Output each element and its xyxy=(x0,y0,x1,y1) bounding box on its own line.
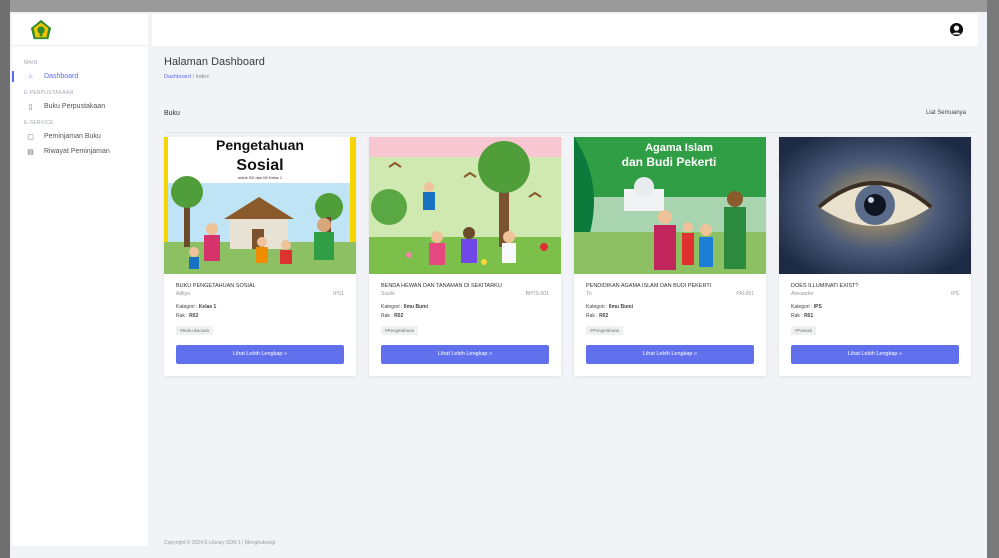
books-section-header: Buku Liat Semuanya xyxy=(164,110,966,117)
sidebar-item-label: Riwayat Peminjaman xyxy=(44,148,110,155)
book-card[interactable]: DOES ILLUMINATI EXIST? Alexander IPS Kate… xyxy=(779,137,971,376)
book-rack: Rak : R01 xyxy=(791,313,814,319)
book-author: Susilo xyxy=(381,291,395,297)
view-details-button[interactable]: Lihat Lebih Lengkap » xyxy=(586,345,754,364)
book-tag: #Pengetahuan xyxy=(586,326,624,335)
view-details-button[interactable]: Lihat Lebih Lengkap » xyxy=(176,345,344,364)
sidebar: MAIN ⌂ Dashboard E-PERPUSTAKAAN ▯ Buku P… xyxy=(12,14,148,546)
book-tag: #Pengetahuan xyxy=(381,326,419,335)
book-author: Aditya xyxy=(176,291,190,297)
sidebar-section-service: E-SERVICE xyxy=(24,120,54,126)
book-code: BHTS-001 xyxy=(525,291,549,297)
book-category: Kategori : IPS xyxy=(791,304,822,310)
logo-area[interactable] xyxy=(12,14,148,46)
book-title: PENDIDIKAN AGAMA ISLAM DAN BUDI PEKERTI xyxy=(586,283,712,289)
sidebar-item-borrow[interactable]: ▢ Peminjaman Buku xyxy=(12,129,148,144)
sidebar-item-library-books[interactable]: ▯ Buku Perpustakaan xyxy=(12,99,148,114)
book-category: Kategori : Ilmu Bumi xyxy=(381,304,428,310)
breadcrumb: Dashboard / Index xyxy=(164,74,209,80)
sidebar-item-label: Dashboard xyxy=(44,73,79,80)
breadcrumb-current: Index xyxy=(195,74,209,80)
book-rack: Rak : R02 xyxy=(381,313,404,319)
book-rack: Rak : R02 xyxy=(586,313,609,319)
history-icon: ▤ xyxy=(27,148,34,156)
book-tag: #Buku Bacaan xyxy=(176,326,214,335)
book-cover-image: Agama Islam dan Budi Pekerti xyxy=(574,137,766,274)
cover-title-line2: dan Budi Pekerti xyxy=(622,155,717,169)
divider xyxy=(164,132,974,133)
book-code: IPS xyxy=(950,291,959,297)
view-details-button[interactable]: Lihat Lebih Lengkap » xyxy=(791,345,959,364)
book-category: Kategori : Ilmu Bumi xyxy=(586,304,633,310)
cover-title-line2: Sosial xyxy=(236,157,283,174)
breadcrumb-dashboard-link[interactable]: Dashboard xyxy=(164,74,191,80)
breadcrumb-separator: / xyxy=(192,74,194,80)
book-tag: #Fantasi xyxy=(791,326,817,335)
book-title: BENDA HEWAN DAN TANAMAN DI SEKITARKU xyxy=(381,283,502,289)
book-author: Tri xyxy=(586,291,592,297)
book-author: Alexander xyxy=(791,291,814,297)
book-card[interactable]: BENDA HEWAN DAN TANAMAN DI SEKITARKU Sus… xyxy=(369,137,561,376)
sidebar-item-label: Buku Perpustakaan xyxy=(44,103,106,110)
book-rack: Rak : R02 xyxy=(176,313,199,319)
book-card[interactable]: Agama Islam dan Budi Pekerti PENDIDIKAN … xyxy=(574,137,766,376)
book-category: Kategori : Kelas 1 xyxy=(176,304,217,310)
see-all-link[interactable]: Liat Semuanya xyxy=(926,110,966,116)
home-icon: ⌂ xyxy=(28,73,33,80)
book-title: DOES ILLUMINATI EXIST? xyxy=(791,283,859,289)
footer-copyright: Copyright © 2024 E-Library SDN 1 | Mengh… xyxy=(164,540,276,546)
sidebar-item-history[interactable]: ▤ Riwayat Peminjaman xyxy=(12,144,148,159)
book-code: IPS1 xyxy=(333,291,344,297)
book-icon: ▯ xyxy=(28,103,33,111)
book-code: PAI-001 xyxy=(736,291,754,297)
sidebar-item-label: Peminjaman Buku xyxy=(44,133,101,140)
user-avatar-icon[interactable] xyxy=(949,22,964,37)
sidebar-section-main: MAIN xyxy=(24,60,38,66)
book-title: BUKU PENGETAHUAN SOSIAL xyxy=(176,283,256,289)
section-title: Buku xyxy=(164,110,180,117)
sidebar-section-library: E-PERPUSTAKAAN xyxy=(24,90,74,96)
borrow-icon: ▢ xyxy=(27,133,34,141)
view-details-button[interactable]: Lihat Lebih Lengkap » xyxy=(381,345,549,364)
cover-subtitle: untuk SD dan MI Kelas 1 xyxy=(238,175,283,180)
page-title: Halaman Dashboard xyxy=(164,56,265,68)
book-cover-image xyxy=(369,137,561,274)
top-header xyxy=(152,14,978,46)
book-cover-image: Pengetahuan Sosial untuk SD dan MI Kelas… xyxy=(164,137,356,274)
cover-title-line1: Pengetahuan xyxy=(216,137,304,153)
book-cover-image xyxy=(779,137,971,274)
book-card[interactable]: Pengetahuan Sosial untuk SD dan MI Kelas… xyxy=(164,137,356,376)
sidebar-item-dashboard[interactable]: ⌂ Dashboard xyxy=(12,69,148,84)
school-logo-icon xyxy=(30,19,52,39)
cover-title-line1: Agama Islam xyxy=(645,142,713,154)
